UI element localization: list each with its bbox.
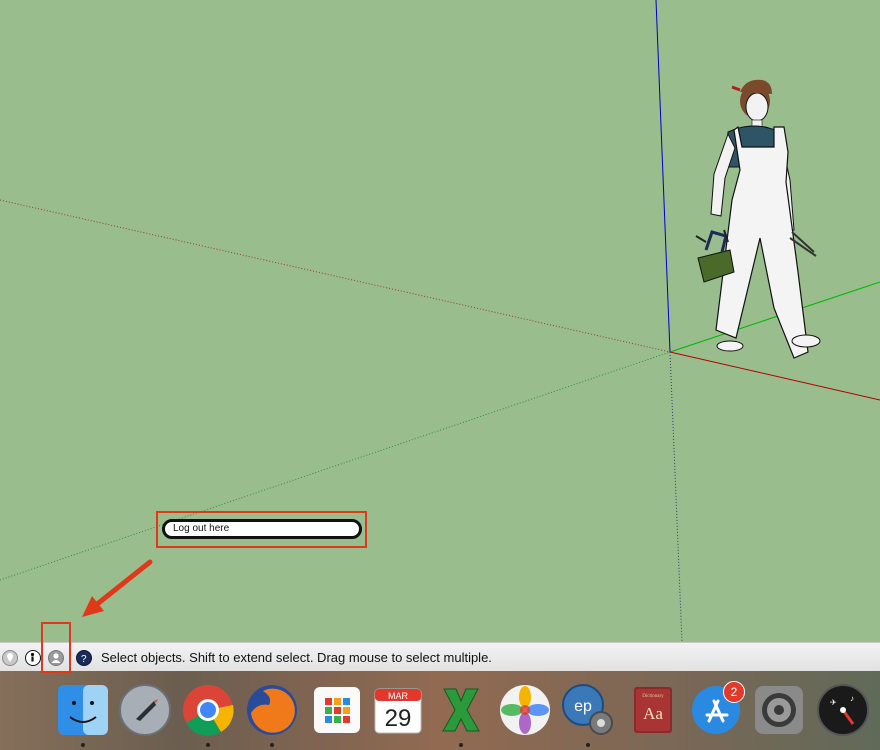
running-indicator	[459, 743, 463, 747]
app-store-badge: 2	[723, 681, 745, 703]
apps-grid-icon[interactable]	[310, 683, 364, 737]
chrome-icon[interactable]	[181, 683, 235, 737]
red-axis-positive	[669, 351, 880, 401]
red-axis-negative	[0, 199, 671, 353]
svg-text:♪: ♪	[850, 694, 854, 703]
dictionary-icon[interactable]: Dictionary Aa	[626, 683, 680, 737]
calendar-month: MAR	[388, 691, 409, 701]
dictionary-glyph: Aa	[643, 704, 663, 723]
calendar-icon[interactable]: MAR 29	[371, 683, 425, 737]
svg-text:?: ?	[81, 654, 87, 665]
arrow-icon	[82, 559, 153, 617]
system-preferences-icon[interactable]	[752, 683, 806, 737]
ep-settings-icon[interactable]: ep	[561, 683, 615, 737]
calendar-day: 29	[385, 705, 412, 732]
logout-tooltip: Log out here	[162, 519, 362, 539]
excel-icon[interactable]	[434, 683, 488, 737]
modeling-canvas[interactable]: Log out here	[0, 0, 880, 642]
photos-icon[interactable]	[498, 683, 552, 737]
person-figure	[695, 79, 821, 359]
running-indicator	[81, 743, 85, 747]
running-indicator	[206, 743, 210, 747]
credits-icon[interactable]	[25, 650, 41, 666]
blue-axis-positive	[655, 0, 671, 353]
status-message: Select objects. Shift to extend select. …	[101, 650, 492, 665]
dashboard-icon[interactable]: ✈ ♪	[816, 683, 870, 737]
svg-text:ep: ep	[574, 698, 592, 715]
launchpad-icon[interactable]	[118, 683, 172, 737]
help-icon[interactable]: ?	[76, 650, 92, 666]
finder-icon[interactable]	[56, 683, 110, 737]
user-icon-highlight-box	[41, 622, 71, 673]
running-indicator	[586, 743, 590, 747]
axes	[0, 0, 880, 642]
running-indicator	[270, 743, 274, 747]
dictionary-label: Dictionary	[642, 694, 664, 699]
geo-location-icon[interactable]	[2, 650, 18, 666]
status-bar: ? Select objects. Shift to extend select…	[0, 642, 880, 671]
blue-axis-negative	[669, 351, 683, 642]
svg-text:✈: ✈	[830, 698, 837, 707]
firefox-icon[interactable]	[245, 683, 299, 737]
dock: MAR 29 ep Dictionary Aa ✈ ♪	[0, 671, 880, 750]
